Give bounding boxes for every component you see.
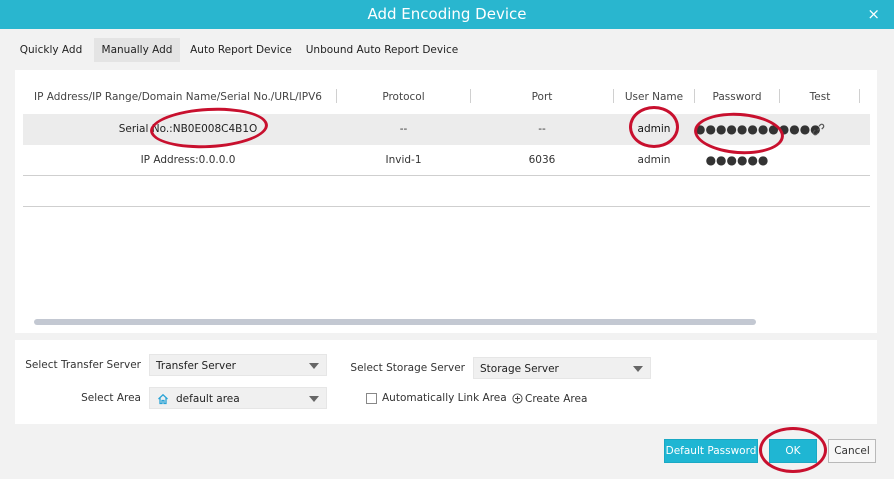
column-header-address[interactable]: IP Address/IP Range/Domain Name/Serial N… [23,90,333,104]
cell-protocol: -- [399,123,408,135]
column-header-port[interactable]: Port [471,90,613,104]
home-icon [158,393,168,405]
cell-password[interactable]: ●●●●●● [695,145,779,176]
tab-bar: Quickly Add Manually Add Auto Report Dev… [0,38,894,62]
tab-manually-add[interactable]: Manually Add [94,38,180,62]
tab-quickly-add[interactable]: Quickly Add [12,38,90,62]
row-divider [23,175,870,176]
tab-auto-report-device[interactable]: Auto Report Device [186,38,296,62]
cancel-button[interactable]: Cancel [828,439,876,463]
auto-link-area-label[interactable]: Automatically Link Area [382,392,507,404]
create-area-link[interactable]: Create Area [525,393,587,405]
ok-button[interactable]: OK [769,439,817,463]
cell-port: -- [538,123,546,135]
column-header-password[interactable]: Password [695,90,779,104]
device-grid: IP Address/IP Range/Domain Name/Serial N… [15,70,877,333]
column-divider[interactable] [859,89,860,103]
auto-link-area-checkbox[interactable] [366,393,377,404]
storage-server-value: Storage Server [480,363,559,375]
storage-server-dropdown[interactable]: Storage Server [473,357,651,379]
transfer-server-value: Transfer Server [156,360,236,372]
add-circle-icon[interactable] [512,393,523,404]
cell-address: IP Address:0.0.0.0 [140,154,236,166]
column-header-user-name[interactable]: User Name [614,90,694,104]
horizontal-scrollbar[interactable] [34,319,756,325]
transfer-server-dropdown[interactable]: Transfer Server [149,354,327,376]
title-bar: Add Encoding Device × [0,0,894,29]
chevron-down-icon [633,366,643,372]
column-header-protocol[interactable]: Protocol [337,90,470,104]
cell-user-name[interactable]: admin [614,114,694,145]
cell-user-name[interactable]: admin [614,145,694,176]
window-title: Add Encoding Device [367,5,527,23]
table-row[interactable]: IP Address:0.0.0.0 Invid-1 6036 admin ●●… [23,145,870,176]
chevron-down-icon [309,396,319,402]
table-row[interactable]: Serial No.:NB0E008C4B1O -- -- admin ●●●●… [23,114,870,145]
close-icon[interactable]: × [867,0,880,29]
area-value: default area [176,393,240,405]
default-password-button[interactable]: Default Password [664,439,758,463]
area-label: Select Area [81,392,141,404]
cell-password[interactable]: ●●●●●●●●●●●● [695,114,821,145]
transfer-server-label: Select Transfer Server [25,359,141,371]
link-icon[interactable] [812,123,825,136]
column-header-test[interactable]: Test [780,90,860,104]
row-divider [23,206,870,207]
cell-port: 6036 [528,154,556,166]
cell-protocol: Invid-1 [385,154,422,166]
chevron-down-icon [309,363,319,369]
cell-address: Serial No.:NB0E008C4B1O [118,123,258,135]
settings-panel: Select Transfer Server Transfer Server S… [15,340,877,424]
area-dropdown[interactable]: default area [149,387,327,409]
storage-server-label: Select Storage Server [350,362,465,374]
tab-unbound-auto-report-device[interactable]: Unbound Auto Report Device [302,38,462,62]
